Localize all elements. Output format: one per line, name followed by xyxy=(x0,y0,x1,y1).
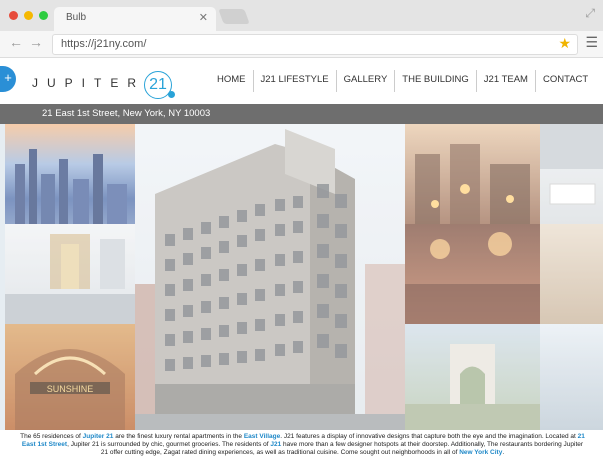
svg-text:SUNSHINE: SUNSHINE xyxy=(47,384,94,394)
jupiter-21-link[interactable]: Jupiter 21 xyxy=(83,433,114,440)
logo-word: JUPITER xyxy=(32,76,146,90)
night-street-graphic xyxy=(415,144,530,224)
skyline-graphic xyxy=(15,149,127,224)
address-strip: 21 East 1st Street, New York, NY 10003 xyxy=(0,104,603,124)
j21-link[interactable]: J21 xyxy=(270,441,281,448)
photo-washington-square[interactable] xyxy=(405,324,540,430)
maximize-window-button[interactable] xyxy=(39,11,48,20)
photo-gallery: SUNSHINE xyxy=(0,124,603,430)
caption-text-1: The 65 residences of xyxy=(20,433,81,440)
photo-living-room[interactable] xyxy=(540,124,603,224)
expand-plus-button[interactable]: + xyxy=(0,66,16,92)
lobby-graphic xyxy=(5,234,135,324)
logo-dot xyxy=(168,91,175,98)
nav-item-gallery[interactable]: GALLERY xyxy=(337,70,396,92)
bookmark-star-icon[interactable]: ★ xyxy=(558,35,571,52)
theater-graphic: SUNSHINE xyxy=(15,349,125,430)
close-tab-icon[interactable]: ✕ xyxy=(199,11,208,24)
url-text: https://j21ny.com/ xyxy=(61,38,147,50)
nav-item-j21-lifestyle[interactable]: J21 LIFESTYLE xyxy=(254,70,337,92)
photo-sunshine-theater[interactable]: SUNSHINE xyxy=(5,324,135,430)
photo-city-skyline[interactable] xyxy=(5,124,135,224)
browser-tab-bar: Bulb ✕ ⤢ xyxy=(0,0,603,31)
nav-item-j21-team[interactable]: J21 TEAM xyxy=(477,70,536,92)
address-bar[interactable]: https://j21ny.com/ ★ xyxy=(52,34,578,55)
minimize-window-button[interactable] xyxy=(24,11,33,20)
nav-item-home[interactable]: HOME xyxy=(210,70,254,92)
description-text: The 65 residences of Jupiter 21 are the … xyxy=(20,433,585,457)
nav-item-contact[interactable]: CONTACT xyxy=(536,70,595,92)
photo-restaurant[interactable] xyxy=(405,224,540,324)
close-window-button[interactable] xyxy=(9,11,18,20)
arch-graphic xyxy=(405,344,540,430)
photo-lobby[interactable] xyxy=(5,224,135,324)
browser-menu-icon[interactable]: ☰ xyxy=(585,34,598,51)
restaurant-graphic xyxy=(405,232,540,324)
browser-tab[interactable]: Bulb ✕ xyxy=(54,7,216,31)
new-tab-button[interactable] xyxy=(218,9,250,24)
web-page: + JUPITER 21 HOME J21 LIFESTYLE GALLERY THE… xyxy=(0,58,603,469)
back-arrow-icon[interactable]: ← xyxy=(9,34,23,50)
building-address: 21 East 1st Street, New York, NY 10003 xyxy=(42,108,211,119)
caption-text-2: are the finest luxury rental apartments … xyxy=(115,433,243,440)
caption-text-3: . J21 features a display of innovative d… xyxy=(280,433,576,440)
tab-title: Bulb xyxy=(66,12,87,23)
nav-item-the-building[interactable]: THE BUILDING xyxy=(395,70,477,92)
fullscreen-icon[interactable]: ⤢ xyxy=(585,6,595,21)
photo-shop[interactable] xyxy=(540,224,603,324)
new-york-city-link[interactable]: New York City xyxy=(459,449,502,456)
caption-text-6: . xyxy=(502,449,505,456)
caption-text-4: , Jupiter 21 is surrounded by chic, gour… xyxy=(67,441,269,448)
photo-night-street[interactable] xyxy=(405,124,540,224)
forward-arrow-icon[interactable]: → xyxy=(29,34,43,50)
building-graphic xyxy=(135,129,405,430)
browser-toolbar: ← → https://j21ny.com/ ★ ☰ xyxy=(0,31,603,58)
photo-jupiter-21-building[interactable] xyxy=(135,124,405,430)
living-room-graphic xyxy=(540,124,603,205)
main-navigation: HOME J21 LIFESTYLE GALLERY THE BUILDING J21 … xyxy=(210,70,595,92)
photo-terrace[interactable] xyxy=(540,324,603,430)
east-village-link[interactable]: East Village xyxy=(244,433,280,440)
